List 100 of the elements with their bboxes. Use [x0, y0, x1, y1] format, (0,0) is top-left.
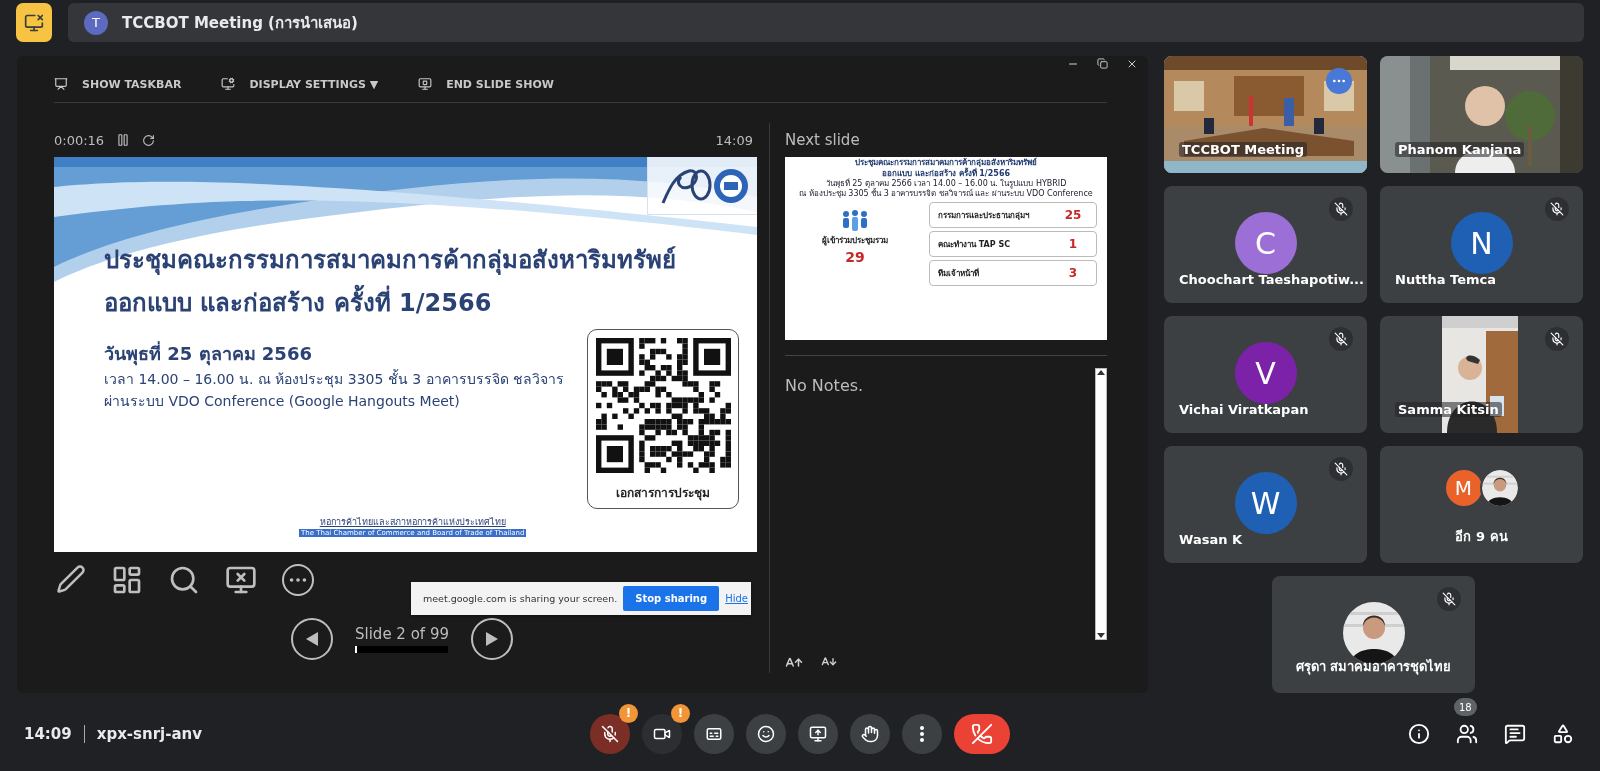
- search-icon[interactable]: [168, 564, 200, 596]
- group-count: 1: [1067, 237, 1079, 251]
- toolbar-button[interactable]: END SLIDE SHOW: [418, 77, 554, 91]
- participant-tile[interactable]: N Nuttha Temca: [1380, 186, 1583, 303]
- participant-name: Samma Kitsin: [1395, 402, 1502, 417]
- clock: 14:09: [715, 132, 753, 148]
- slide-counter: Slide 2 of 99: [355, 625, 449, 643]
- scroll-down-icon[interactable]: [1097, 633, 1105, 639]
- slide-text: เวลา 14.00 – 16.00 น. ณ ห้องประชุม 3305 ชั้น 3 อาคารบรรจิด ชลวิจาร: [104, 368, 566, 390]
- screen-off-icon[interactable]: [225, 564, 257, 596]
- group-count: 3: [1067, 266, 1079, 280]
- toolbar-icon: [54, 77, 68, 91]
- meeting-time: 14:09: [24, 724, 72, 743]
- triangle-left-icon: [305, 631, 319, 647]
- more-options-icon[interactable]: [282, 564, 314, 596]
- group-label: คณะทำงาน TAP SC: [938, 238, 1011, 251]
- participant-tile[interactable]: Phanom Kanjana: [1380, 56, 1583, 173]
- warning-badge: !: [619, 703, 638, 723]
- participant-tile[interactable]: W Wasan K: [1164, 446, 1367, 563]
- notes-text: No Notes.: [785, 376, 864, 395]
- captions-button[interactable]: [694, 713, 734, 754]
- triangle-right-icon: [485, 631, 499, 647]
- toolbar-button[interactable]: SHOW TASKBAR: [54, 77, 182, 91]
- pen-icon[interactable]: [56, 564, 86, 594]
- previous-slide-button[interactable]: [291, 618, 333, 660]
- muted-mic-icon: [1329, 197, 1353, 221]
- people-icon: [1455, 722, 1478, 745]
- group-count: 25: [1063, 208, 1083, 222]
- avatar: N: [1450, 212, 1513, 274]
- toolbar-icon: [221, 77, 236, 91]
- slides-grid-icon[interactable]: [111, 564, 143, 596]
- chat-icon: [1503, 722, 1526, 745]
- participant-name: Wasan K: [1179, 532, 1242, 547]
- avatar: W: [1234, 472, 1297, 534]
- present-button[interactable]: [798, 713, 838, 754]
- total-count: 29: [845, 249, 865, 265]
- total-label: ผู้เข้าร่วมประชุมรวม: [822, 235, 888, 247]
- toolbar-button[interactable]: DISPLAY SETTINGS ▼: [221, 77, 379, 91]
- participant-name: Nuttha Temca: [1395, 272, 1497, 287]
- qr-caption: เอกสารการประชุม: [616, 485, 710, 502]
- slide-text: วันพุธที่ 25 ตุลาคม 2566 เวลา 14.00 – 16.00 น. ในรูปแบบ HYBRID: [825, 179, 1067, 189]
- slide-title: ประชุมคณะกรรมการสมาคมการค้ากลุ่มอสังหาริมทรัพย์: [855, 158, 1037, 167]
- pause-icon[interactable]: [116, 133, 131, 147]
- group-label: กรรมการและประธานกลุ่มฯ: [938, 209, 1029, 222]
- scroll-up-icon[interactable]: [1097, 369, 1105, 375]
- slide-date: วันพุธที่ 25 ตุลาคม 2566: [104, 340, 313, 368]
- participant-tile[interactable]: V Vichai Viratkapan: [1164, 316, 1367, 433]
- count-badge: 18: [1454, 698, 1477, 716]
- presentation-off-button[interactable]: [16, 3, 52, 42]
- participant-name: Vichai Viratkapan: [1179, 402, 1309, 417]
- muted-mic-icon: [1545, 327, 1569, 351]
- activities-icon: [1551, 722, 1574, 745]
- muted-mic-icon: [1329, 327, 1353, 351]
- participant-name: ศรุดา สมาคมอาคารชุดไทย: [1294, 658, 1453, 677]
- participant-name: อีก 9 คน: [1454, 528, 1509, 546]
- avatar: V: [1234, 342, 1297, 404]
- meeting-title-bar[interactable]: T TCCBOT Meeting (การนำเสนอ): [68, 3, 1584, 42]
- participant-tile[interactable]: Samma Kitsin: [1380, 316, 1583, 433]
- info-icon: [1407, 722, 1430, 745]
- muted-mic-icon: [1329, 457, 1353, 481]
- participant-name: Phanom Kanjana: [1395, 142, 1525, 157]
- leave-call-button[interactable]: [954, 713, 1010, 754]
- stop-sharing-button[interactable]: Stop sharing: [623, 586, 720, 611]
- more-options-icon: [920, 725, 924, 742]
- participant-tile[interactable]: TCCBOT Meeting: [1164, 56, 1367, 173]
- participant-tile[interactable]: ศรุดา สมาคมอาคารชุดไทย: [1272, 576, 1475, 693]
- hide-link[interactable]: Hide: [725, 593, 748, 604]
- emoji-button[interactable]: [746, 713, 786, 754]
- restore-icon[interactable]: [1097, 58, 1108, 69]
- muted-mic-icon: [1437, 587, 1461, 611]
- meeting-code: xpx-snrj-anv: [96, 724, 202, 743]
- slide-title: ออกแบบ และก่อสร้าง ครั้งที่ 1/2566: [881, 169, 1011, 179]
- participant-tile[interactable]: M อีก 9 คน: [1380, 446, 1583, 563]
- more-options-button[interactable]: [902, 713, 942, 754]
- slide-title: ประชุมคณะกรรมการสมาคมการค้ากลุ่มอสังหาริมทรัพย์: [104, 245, 677, 277]
- slide-text: ณ ห้องประชุม 3305 ชั้น 3 อาคารบรรจิด ชลวิจารณ์ และ ผ่านระบบ VDO Conference: [799, 189, 1093, 199]
- participant-tile[interactable]: C Choochart Taeshapotiw...: [1164, 186, 1367, 303]
- restart-icon[interactable]: [142, 133, 156, 147]
- leave-call-icon: [971, 722, 993, 745]
- notice-text: meet.google.com is sharing your screen.: [423, 593, 618, 604]
- avatar: C: [1234, 212, 1297, 274]
- slide-title: ออกแบบ และก่อสร้าง ครั้งที่ 1/2566: [104, 282, 757, 325]
- next-slide-button[interactable]: [471, 618, 513, 660]
- participant-name: Choochart Taeshapotiw...: [1179, 272, 1364, 287]
- slide-text: ผ่านระบบ VDO Conference (Google Hangouts Meet): [104, 392, 461, 411]
- raise-hand-button[interactable]: [850, 713, 890, 754]
- raise-hand-icon: [861, 724, 879, 743]
- avatar: T: [84, 10, 108, 35]
- elapsed-timer: 0:00:16: [54, 132, 105, 148]
- next-slide-label: Next slide: [785, 130, 861, 151]
- toolbar-icon: [418, 77, 433, 91]
- meeting-title: TCCBOT Meeting (การนำเสนอ): [122, 12, 358, 34]
- people-group-icon: [841, 210, 869, 232]
- group-label: ทีมเจ้าหน้าที่: [938, 267, 979, 280]
- slide-footer: หอการค้าไทยและสภาหอการค้าแห่งประเทศไทย: [319, 515, 506, 529]
- mic-off-icon: [601, 724, 619, 743]
- present-icon: [809, 724, 827, 743]
- close-icon[interactable]: [1126, 58, 1138, 70]
- emoji-icon: [757, 724, 775, 743]
- screen-share-off-icon: [24, 12, 44, 33]
